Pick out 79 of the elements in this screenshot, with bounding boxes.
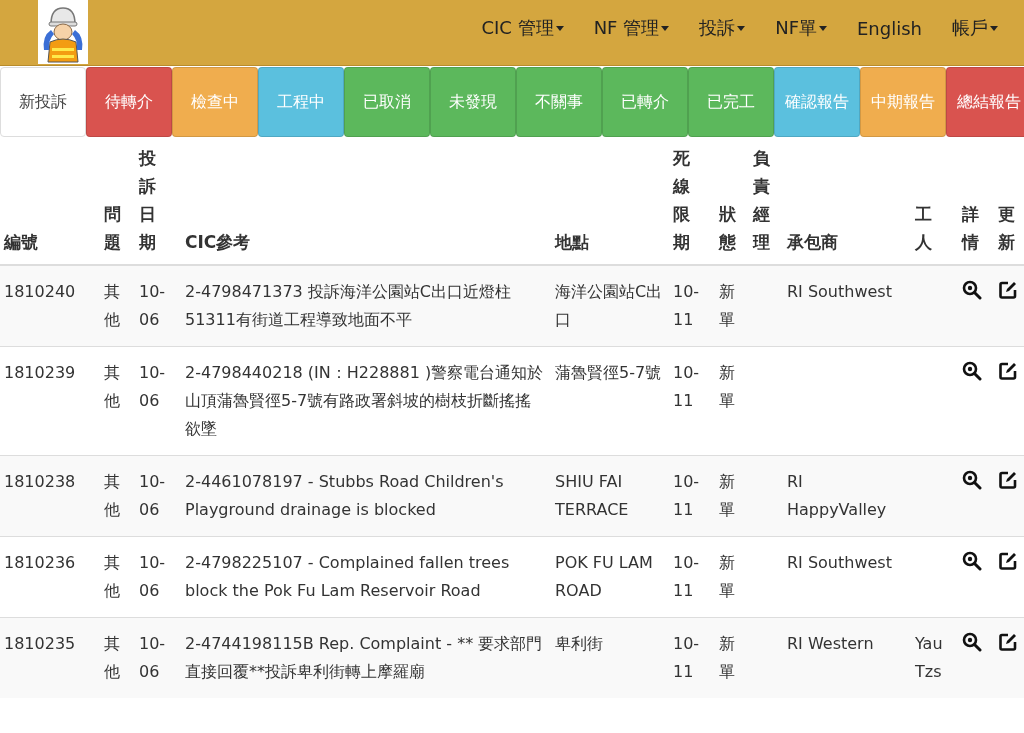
zoom-in-icon[interactable]	[962, 361, 982, 381]
id-cell-text: 1810236	[4, 552, 76, 574]
issue-cell-text: 其他	[104, 471, 120, 521]
status-tab[interactable]: 已轉介	[602, 67, 688, 137]
column-header: 問題	[104, 203, 121, 254]
column-header: 更新	[998, 203, 1015, 254]
id-cell-text: 1810235	[4, 633, 76, 655]
status-tab[interactable]: 不關事	[516, 67, 602, 137]
cic-ref-cell-text: 2-4461078197 - Stubbs Road Children's Playground drainage is blocked	[185, 471, 505, 521]
deadline-cell-text: 10-11	[673, 633, 701, 683]
deadline-cell-text: 10-11	[673, 281, 701, 331]
column-header: CIC參考	[185, 231, 251, 254]
zoom-in-icon[interactable]	[962, 280, 982, 300]
location-cell-text: 海洋公園站C出口	[555, 281, 664, 331]
column-header: 承包商	[787, 231, 838, 254]
column-header: 編號	[4, 231, 38, 254]
column-header: 地點	[555, 231, 589, 254]
status-tab[interactable]: 工程中	[258, 67, 344, 137]
status-tab[interactable]: 已完工	[688, 67, 774, 137]
id-cell-text: 1810238	[4, 471, 76, 493]
cic-ref-cell-text: 2-4798471373 投訴海洋公園站C出口近燈柱51311有街道工程導致地面不平	[185, 281, 512, 331]
cic-ref-cell-text: 2-4798440218 (IN：H228881 )警察電台通知於山頂蒲魯賢徑5-7號有路政署斜坡的樹枝折斷搖搖欲墜	[185, 362, 545, 440]
status-cell-text: 新單	[719, 471, 735, 521]
date-cell-text: 10-06	[139, 552, 167, 602]
issue-cell-text: 其他	[104, 633, 120, 683]
column-header: 工人	[915, 203, 932, 254]
column-header: 狀態	[719, 203, 736, 254]
location-cell-text: 蒲魯賢徑5-7號	[555, 362, 662, 384]
column-header: 負責經理	[753, 147, 770, 254]
contractor-cell-text: RI Western	[787, 633, 874, 655]
location-cell-text: 卑利街	[555, 633, 603, 655]
zoom-in-icon[interactable]	[962, 470, 982, 490]
status-cell-text: 新單	[719, 552, 735, 602]
edit-icon[interactable]	[998, 551, 1018, 571]
nav-menu[interactable]: 帳戶	[922, 16, 998, 40]
date-cell-text: 10-06	[139, 362, 167, 412]
id-cell-text: 1810240	[4, 281, 76, 303]
nav-menu[interactable]: English	[827, 17, 922, 39]
nav-menu[interactable]: NF單	[745, 16, 827, 40]
status-cell-text: 新單	[719, 281, 735, 331]
issue-cell-text: 其他	[104, 362, 120, 412]
date-cell-text: 10-06	[139, 471, 167, 521]
deadline-cell-text: 10-11	[673, 471, 701, 521]
contractor-cell-text: RI Southwest	[787, 281, 892, 303]
status-cell-text: 新單	[719, 633, 735, 683]
location-cell-text: POK FU LAM ROAD	[555, 552, 654, 602]
status-tab[interactable]: 已取消	[344, 67, 430, 137]
deadline-cell-text: 10-11	[673, 362, 701, 412]
edit-icon[interactable]	[998, 280, 1018, 300]
cic-ref-cell-text: 2-4744198115B Rep. Complaint - ** 要求部門直接回覆**投訴卑利街轉上摩羅廟	[185, 633, 544, 683]
worker-cell-text: Yau Tzs	[915, 633, 944, 683]
location-cell-text: SHIU FAI TERRACE	[555, 471, 630, 521]
cic-ref-cell-text: 2-4798225107 - Complained fallen trees block the Pok Fu Lam Reservoir Road	[185, 552, 511, 602]
zoom-in-icon[interactable]	[962, 632, 982, 652]
column-header: 死線限期	[673, 147, 690, 254]
status-tab[interactable]: 待轉介	[86, 67, 172, 137]
issue-cell-text: 其他	[104, 281, 120, 331]
nav-menu[interactable]: CIC 管理	[451, 16, 564, 40]
status-tab[interactable]: 總結報告	[946, 67, 1024, 137]
zoom-in-icon[interactable]	[962, 551, 982, 571]
nav-menu[interactable]: 投訴	[669, 16, 746, 40]
status-tab[interactable]: 確認報告	[774, 67, 860, 137]
date-cell-text: 10-06	[139, 281, 167, 331]
deadline-cell-text: 10-11	[673, 552, 701, 602]
issue-cell-text: 其他	[104, 552, 120, 602]
status-tab[interactable]: 新投訴	[0, 67, 86, 137]
column-header: 投訴日期	[139, 147, 156, 254]
nav-menu[interactable]: NF 管理	[563, 16, 670, 40]
column-header: 詳情	[962, 203, 979, 254]
edit-icon[interactable]	[998, 632, 1018, 652]
status-cell-text: 新單	[719, 362, 735, 412]
edit-icon[interactable]	[998, 361, 1018, 381]
status-tab[interactable]: 未發現	[430, 67, 516, 137]
worker-logo[interactable]	[38, 0, 88, 64]
date-cell-text: 10-06	[139, 633, 167, 683]
contractor-cell-text: RI HappyValley	[787, 471, 888, 521]
contractor-cell-text: RI Southwest	[787, 552, 892, 574]
id-cell-text: 1810239	[4, 362, 76, 384]
edit-icon[interactable]	[998, 470, 1018, 490]
